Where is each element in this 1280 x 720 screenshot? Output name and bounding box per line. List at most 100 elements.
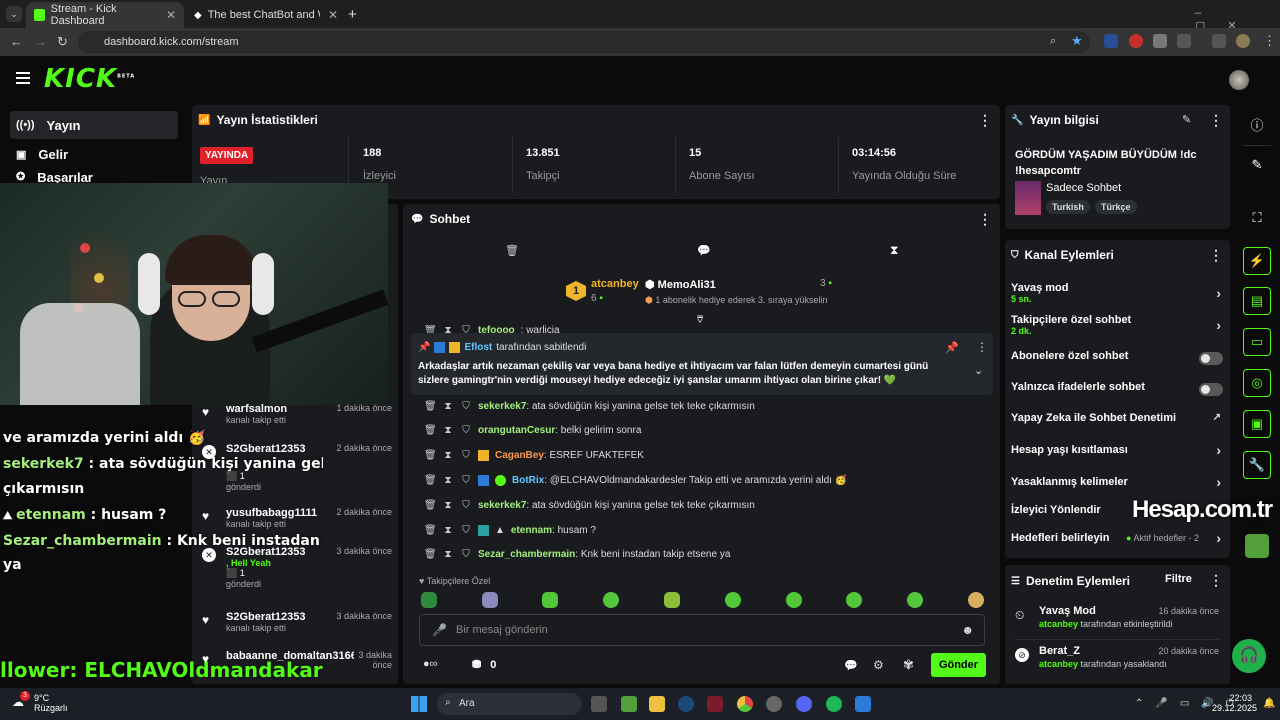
taskbar-search[interactable]: ⌕ Ara [437, 693, 582, 715]
task-view-icon[interactable] [591, 696, 607, 712]
nav-item-achievements[interactable]: ✪ Başarılar [10, 170, 178, 184]
chat-bubble-icon[interactable]: 💬 [844, 659, 858, 672]
spotify-icon[interactable] [826, 696, 842, 712]
expand-pinned-icon[interactable]: ⌄ [974, 364, 983, 377]
unpin-icon[interactable]: 📌 [945, 341, 959, 354]
new-tab-button[interactable]: + [348, 6, 357, 23]
stream-title: GÖRDÜM YAŞADIM BÜYÜDÜM !dc !hesapcomtr [1015, 149, 1197, 177]
extension-icon[interactable] [1129, 34, 1143, 48]
action-subscribers-only[interactable]: Abonelere özel sohbet [1011, 350, 1227, 365]
emote[interactable] [664, 592, 680, 608]
heart-icon: ♥ [202, 613, 210, 627]
collapse-icon[interactable]: ⩢ [697, 315, 703, 326]
trash-icon[interactable]: 🗑 [505, 244, 519, 257]
kick-header [0, 56, 1280, 106]
stats-menu-icon[interactable]: ⋮ [978, 112, 992, 129]
close-tab-icon[interactable]: ✕ [328, 8, 338, 22]
ban-icon: ⊘ [1015, 648, 1029, 662]
emote-only-toggle[interactable] [1199, 383, 1223, 396]
support-chat-button[interactable]: 🎧 [1232, 639, 1266, 673]
nav-item-revenue[interactable]: ▣ Gelir [10, 140, 178, 168]
chat-icon[interactable]: 💬 [697, 244, 711, 257]
user-avatar[interactable] [1229, 70, 1249, 90]
wrench-rail-icon[interactable]: 🔧 [1243, 451, 1271, 479]
subscribers-only-toggle[interactable] [1199, 352, 1223, 365]
category-name: Sadece Sohbet [1046, 182, 1122, 194]
bookmark-star-icon[interactable]: ★ [1071, 33, 1083, 49]
chat-input[interactable]: 🎤 Bir mesaj gönderin ☻ [419, 614, 985, 646]
filter-button[interactable]: Filtre [1165, 573, 1192, 585]
settings-gear-icon[interactable]: ⚙ [873, 658, 884, 672]
extension-icon[interactable] [1104, 34, 1118, 48]
points-display[interactable]: ⛃ 0 [472, 658, 496, 671]
emote[interactable] [968, 592, 984, 608]
action-account-age[interactable]: Hesap yaşı kısıtlaması › [1011, 442, 1227, 458]
discord-icon[interactable] [796, 696, 812, 712]
app-icon[interactable] [855, 696, 871, 712]
emote[interactable] [786, 592, 802, 608]
steam-icon[interactable] [678, 696, 694, 712]
chat-rail-icon[interactable]: ▭ [1243, 328, 1271, 356]
emote[interactable] [907, 592, 923, 608]
tab-search-icon[interactable]: ⌄ [6, 6, 22, 22]
emote[interactable] [482, 592, 498, 608]
action-followers-only[interactable]: Takipçilere özel sohbet 2 dk. › [1011, 314, 1227, 336]
action-ai-moderation[interactable]: Yapay Zeka ile Sohbet Denetimi ↗ [1011, 412, 1227, 424]
tab-chatbot[interactable]: ◆ The best ChatBot and Widgets ✕ [186, 2, 346, 28]
action-goals[interactable]: Hedefleri belirleyin ● Aktif hedefler - 2… [1011, 530, 1227, 546]
extension-icon[interactable] [1153, 34, 1167, 48]
profile-icon[interactable] [1236, 34, 1250, 48]
emote[interactable] [725, 592, 741, 608]
stream-info-menu-icon[interactable]: ⋮ [1209, 112, 1223, 129]
broadcast-rail-icon[interactable]: ◎ [1243, 369, 1271, 397]
send-button[interactable]: Gönder [931, 653, 986, 677]
extension-icon[interactable] [1212, 34, 1226, 48]
clock[interactable]: 22:03 29.12.2025 [1212, 693, 1257, 713]
extensions-puzzle-icon[interactable] [1177, 34, 1191, 48]
kick-logo[interactable]: KICKBETA [44, 64, 135, 94]
windows-start-icon[interactable] [411, 696, 427, 712]
chrome-icon[interactable] [737, 696, 753, 712]
lightning-icon[interactable]: ⚡ [1243, 247, 1271, 275]
chevron-right-icon: › [1216, 530, 1221, 546]
heart-icon: ♥ [202, 509, 210, 523]
chat-menu-icon[interactable]: ⋮ [978, 211, 992, 228]
url-field[interactable]: dashboard.kick.com/stream [78, 31, 1090, 53]
zoom-icon[interactable]: ⌕ [1050, 35, 1056, 48]
emote[interactable] [542, 592, 558, 608]
pinned-menu-icon[interactable]: ⋮ [976, 340, 988, 354]
notifications-icon[interactable]: 🔔 [1263, 698, 1275, 709]
document-icon[interactable]: ▤ [1243, 287, 1271, 315]
award-icon: ✪ [16, 171, 26, 183]
weather-widget[interactable]: ☁ 3 9°C Rüzgarlı [12, 691, 68, 713]
info-icon[interactable]: ⓘ [1243, 110, 1271, 138]
edit-pencil-icon[interactable]: ✎ [1182, 113, 1191, 126]
minecraft-icon[interactable] [621, 696, 637, 712]
emote[interactable] [603, 592, 619, 608]
edit-icon[interactable]: ✎ [1243, 151, 1271, 179]
mod-actions-menu-icon[interactable]: ⋮ [1209, 572, 1223, 589]
microphone-icon[interactable]: 🎤 [432, 623, 447, 637]
emoji-icon[interactable]: ☻ [961, 623, 974, 637]
bot-icon[interactable]: ✾ [903, 657, 914, 673]
action-emote-only[interactable]: Yalnızca ifadelerle sohbet [1011, 381, 1227, 396]
hamburger-menu-icon[interactable] [16, 72, 30, 84]
layout-icon[interactable]: ▣ [1243, 410, 1271, 438]
extension-rail-icon[interactable] [1245, 534, 1269, 558]
nav-item-stream[interactable]: ((•)) Yayın [10, 111, 178, 139]
tab-kick-dashboard[interactable]: Stream - Kick Dashboard ✕ [26, 2, 184, 28]
app-icon[interactable] [707, 696, 723, 712]
heart-icon: ♥ [202, 405, 210, 419]
app-icon[interactable] [766, 696, 782, 712]
channel-actions-menu-icon[interactable]: ⋮ [1209, 247, 1223, 264]
community-icon[interactable]: ●∞ [423, 658, 438, 670]
action-banned-words[interactable]: Yasaklanmış kelimeler › [1011, 476, 1227, 490]
emote[interactable] [421, 592, 437, 608]
hourglass-icon[interactable]: ⧗ [890, 243, 898, 258]
emote[interactable] [846, 592, 862, 608]
file-explorer-icon[interactable] [649, 696, 665, 712]
menu-kebab-icon[interactable]: ⋮ [1263, 33, 1276, 49]
action-slow-mode[interactable]: Yavaş mod 5 sn. › [1011, 282, 1227, 304]
screenshot-icon[interactable]: ⛶ [1243, 204, 1271, 232]
close-tab-icon[interactable]: ✕ [166, 8, 176, 22]
